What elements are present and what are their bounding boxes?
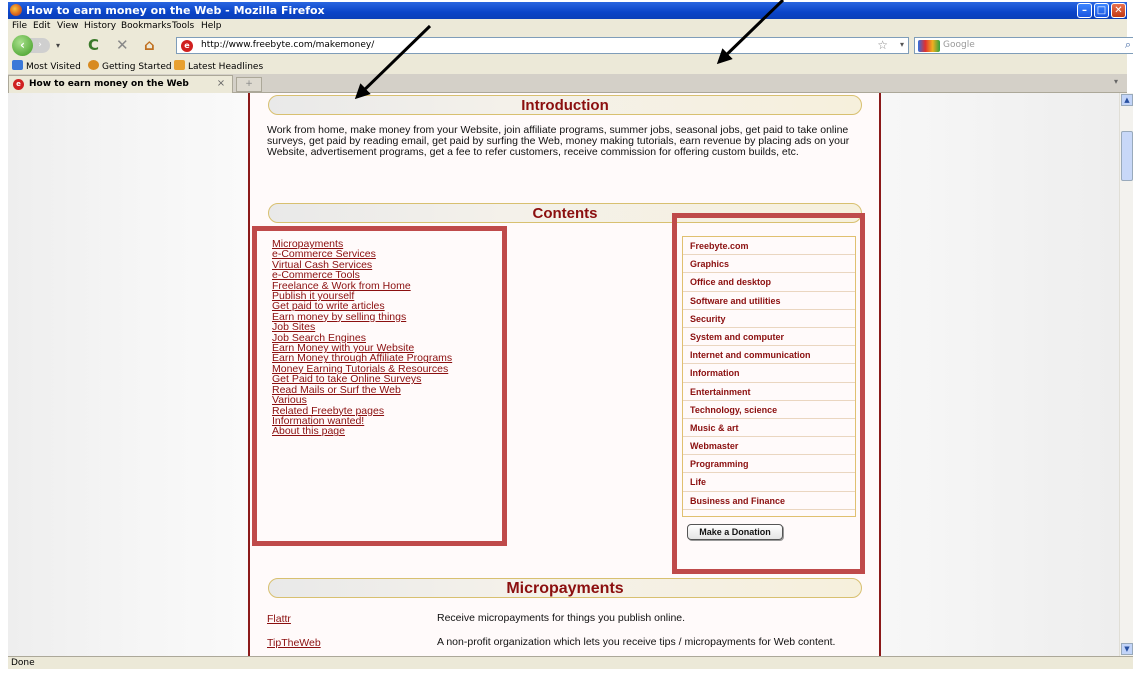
bookmark-label: Getting Started (102, 62, 172, 72)
menu-tools[interactable]: Tools (172, 21, 194, 31)
category-link[interactable]: Software and utilities (683, 292, 855, 310)
menu-file[interactable]: File (12, 21, 27, 31)
introduction-header-bar: Introduction (268, 95, 862, 115)
menu-history[interactable]: History (84, 21, 116, 31)
category-link[interactable]: Webmaster (683, 437, 855, 456)
menu-view[interactable]: View (57, 21, 78, 31)
home-icon[interactable]: ⌂ (144, 36, 155, 54)
bookmark-label: Latest Headlines (188, 62, 264, 72)
micropayments-title: Micropayments (506, 580, 624, 597)
scroll-down-icon[interactable]: ▼ (1121, 643, 1133, 655)
getting-started-icon (88, 60, 99, 70)
contents-link[interactable]: About this page (272, 426, 512, 437)
url-dropdown-icon[interactable]: ▾ (900, 40, 904, 49)
bookmark-label: Most Visited (26, 62, 81, 72)
contents-link-list: Micropayments e-Commerce Services Virtual … (272, 239, 512, 437)
firefox-icon (10, 4, 22, 16)
menu-help[interactable]: Help (201, 21, 222, 31)
history-dropdown-icon[interactable]: ▾ (56, 41, 60, 50)
category-link[interactable]: Entertainment (683, 383, 855, 401)
most-visited-icon (12, 60, 23, 70)
forward-button[interactable]: › (30, 38, 50, 53)
bookmark-star-icon[interactable]: ☆ (877, 38, 888, 52)
tab-favicon-icon: e (13, 79, 24, 90)
status-bar: Done (8, 656, 1133, 669)
search-box[interactable]: Google ⌕ (914, 37, 1133, 54)
tab-label: How to earn money on the Web (29, 79, 189, 89)
donate-button[interactable]: Make a Donation (687, 524, 783, 540)
tab-bar: e How to earn money on the Web × + ▾ (8, 74, 1127, 93)
page-viewport: Introduction Work from home, make money … (8, 93, 1119, 656)
bookmarks-toolbar: Most Visited Getting Started Latest Head… (8, 57, 1127, 74)
window-title: How to earn money on the Web - Mozilla F… (26, 4, 325, 17)
site-favicon-icon: e (181, 40, 193, 52)
stop-icon[interactable]: ✕ (116, 36, 129, 54)
maximize-button[interactable]: □ (1094, 3, 1109, 18)
bookmark-getting-started[interactable]: Getting Started (88, 60, 172, 72)
scroll-up-icon[interactable]: ▲ (1121, 94, 1133, 106)
category-link[interactable]: Life (683, 473, 855, 492)
introduction-text: Work from home, make money from your Web… (267, 124, 850, 158)
category-link[interactable]: Music & art (683, 419, 855, 438)
micropayments-header-bar: Micropayments (268, 578, 862, 598)
new-tab-button[interactable]: + (236, 77, 262, 92)
category-link[interactable]: Graphics (683, 255, 855, 274)
tab-list-icon[interactable]: ▾ (1114, 77, 1125, 91)
tab-close-icon[interactable]: × (215, 78, 227, 90)
tiptheweb-description: A non-profit organization which lets you… (437, 636, 836, 648)
window-titlebar: How to earn money on the Web - Mozilla F… (8, 2, 1127, 19)
category-link[interactable]: Office and desktop (683, 273, 855, 292)
tiptheweb-link[interactable]: TipTheWeb (267, 637, 321, 649)
url-bar[interactable]: e http://www.freebyte.com/makemoney/ ☆ ▾ (176, 37, 909, 54)
menu-edit[interactable]: Edit (33, 21, 50, 31)
back-button[interactable]: ‹ (12, 35, 33, 56)
rss-feed-icon (174, 60, 185, 70)
category-link[interactable]: Programming (683, 455, 855, 474)
category-panel: Freebyte.com Graphics Office and desktop So… (682, 236, 856, 517)
vertical-scrollbar[interactable]: ▲ ▼ (1119, 93, 1133, 656)
contents-link[interactable]: Read Mails or Surf the Web (272, 384, 512, 395)
tab-active[interactable]: e How to earn money on the Web × (8, 75, 233, 93)
contents-link[interactable]: Various (272, 395, 512, 406)
close-window-button[interactable]: ✕ (1111, 3, 1126, 18)
scroll-thumb[interactable] (1121, 131, 1133, 181)
category-link[interactable]: Information (683, 364, 855, 383)
category-link[interactable]: System and computer (683, 328, 855, 347)
introduction-title: Introduction (521, 97, 609, 114)
category-link[interactable]: Security (683, 310, 855, 328)
bookmark-most-visited[interactable]: Most Visited (12, 60, 81, 72)
url-text[interactable]: http://www.freebyte.com/makemoney/ (201, 40, 374, 50)
category-link[interactable]: Technology, science (683, 401, 855, 419)
flattr-description: Receive micropayments for things you pub… (437, 612, 686, 624)
status-text: Done (11, 658, 35, 668)
category-link[interactable]: Internet and communication (683, 346, 855, 365)
menu-bar: File Edit View History Bookmarks Tools H… (8, 19, 1127, 34)
category-link[interactable]: Business and Finance (683, 492, 855, 510)
page-content: Introduction Work from home, make money … (248, 93, 881, 656)
minimize-button[interactable]: – (1077, 3, 1092, 18)
menu-bookmarks[interactable]: Bookmarks (121, 21, 171, 31)
navigation-toolbar: › ‹ ▾ C ✕ ⌂ e http://www.freebyte.com/ma… (8, 34, 1133, 57)
category-link[interactable]: Freebyte.com (683, 237, 855, 256)
reload-icon[interactable]: C (88, 36, 99, 54)
bookmark-latest-headlines[interactable]: Latest Headlines (174, 60, 263, 72)
search-engine-icon[interactable] (918, 40, 940, 52)
flattr-link[interactable]: Flattr (267, 613, 291, 625)
search-placeholder: Google (943, 40, 975, 50)
search-icon[interactable]: ⌕ (1125, 38, 1131, 52)
